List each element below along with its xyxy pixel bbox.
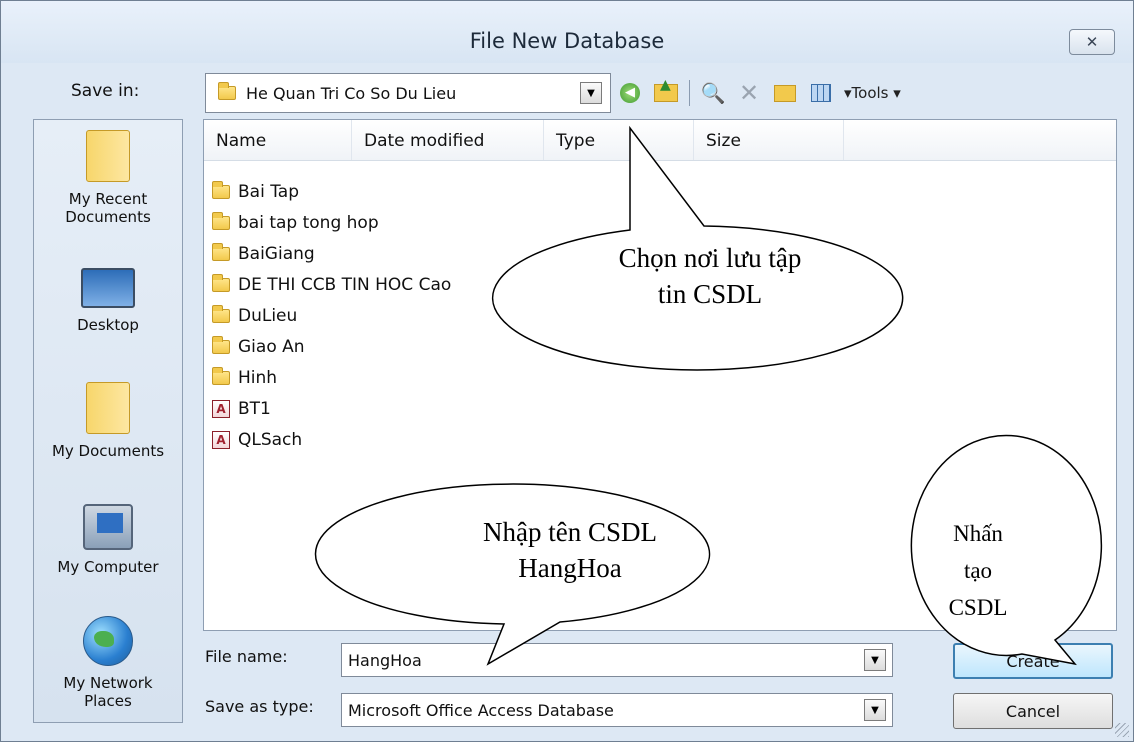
callout-filename-text: Nhập tên CSDL HangHoa bbox=[483, 517, 657, 584]
views-button[interactable] bbox=[808, 80, 834, 106]
item-name: Hinh bbox=[238, 367, 278, 388]
file-name-label: File name: bbox=[205, 647, 288, 666]
delete-button[interactable]: ✕ bbox=[736, 79, 762, 107]
folder-icon bbox=[218, 82, 236, 100]
network-globe-icon bbox=[83, 616, 133, 666]
place-label: My Documents bbox=[51, 442, 165, 460]
item-name: DuLieu bbox=[238, 305, 298, 326]
callout-location-text: Chọn nơi lưu tập tin CSDL bbox=[618, 243, 802, 310]
place-my-recent-documents[interactable]: My Recent Documents bbox=[34, 130, 182, 226]
place-my-computer[interactable]: My Computer bbox=[34, 504, 182, 576]
toolbar-separator bbox=[689, 80, 690, 106]
save-as-type-value: Microsoft Office Access Database bbox=[348, 701, 614, 720]
dialog-title: File New Database bbox=[469, 29, 665, 53]
delete-x-icon: ✕ bbox=[738, 79, 760, 107]
file-new-database-dialog: File New Database ✕ Save in: He Quan Tri… bbox=[0, 0, 1134, 742]
folder-icon bbox=[212, 242, 230, 261]
documents-folder-icon bbox=[86, 382, 130, 434]
list-item[interactable]: A BT1 bbox=[212, 393, 451, 424]
folder-icon bbox=[212, 180, 230, 199]
back-arrow-icon: ◀ bbox=[620, 83, 640, 103]
folder-icon bbox=[212, 304, 230, 323]
views-grid-icon bbox=[811, 84, 831, 102]
up-one-level-icon: ▲ bbox=[654, 77, 678, 102]
title-bar: File New Database ✕ bbox=[1, 1, 1133, 63]
search-icon: 🔍 bbox=[700, 81, 726, 105]
list-item[interactable]: bai tap tong hop bbox=[212, 207, 451, 238]
cancel-button[interactable]: Cancel bbox=[953, 693, 1113, 729]
item-name: BaiGiang bbox=[238, 243, 315, 264]
access-database-icon: A bbox=[212, 399, 230, 418]
places-bar: My Recent Documents Desktop My Documents… bbox=[33, 119, 183, 723]
chevron-down-icon[interactable]: ▼ bbox=[580, 82, 602, 104]
place-label: My Recent Documents bbox=[65, 190, 151, 226]
new-folder-button[interactable] bbox=[772, 80, 798, 106]
place-label: My Computer bbox=[57, 558, 159, 576]
column-header-date-modified[interactable]: Date modified bbox=[352, 120, 544, 160]
item-name: Giao An bbox=[238, 336, 305, 357]
save-in-label: Save in: bbox=[71, 81, 140, 101]
callout-create-text: Nhấn tạo CSDL bbox=[948, 521, 1008, 620]
column-headers: Name Date modified Type Size bbox=[204, 120, 1116, 161]
close-icon: ✕ bbox=[1085, 33, 1099, 51]
place-desktop[interactable]: Desktop bbox=[34, 268, 182, 334]
column-header-type[interactable]: Type bbox=[544, 120, 694, 160]
file-name-field[interactable]: ▼ bbox=[341, 643, 893, 677]
file-rows: Bai Tap bai tap tong hop BaiGiang DE THI… bbox=[212, 176, 451, 455]
folder-icon bbox=[212, 335, 230, 354]
save-in-value: He Quan Tri Co So Du Lieu bbox=[246, 83, 457, 103]
new-folder-icon bbox=[774, 84, 796, 102]
chevron-down-icon[interactable]: ▼ bbox=[864, 699, 886, 721]
search-web-button[interactable]: 🔍 bbox=[700, 80, 726, 106]
close-button[interactable]: ✕ bbox=[1069, 29, 1115, 55]
save-in-dropdown[interactable]: He Quan Tri Co So Du Lieu ▼ bbox=[205, 73, 611, 113]
create-button[interactable]: Create bbox=[953, 643, 1113, 679]
access-database-icon: A bbox=[212, 430, 230, 449]
item-name: BT1 bbox=[238, 398, 271, 419]
chevron-down-icon[interactable]: ▼ bbox=[864, 649, 886, 671]
save-as-type-label: Save as type: bbox=[205, 697, 314, 716]
list-item[interactable]: DuLieu bbox=[212, 300, 451, 331]
toolbar: ◀ ▲ 🔍 ✕ ▾Tools ▾ bbox=[617, 75, 901, 111]
item-name: QLSach bbox=[238, 429, 303, 450]
list-item[interactable]: A QLSach bbox=[212, 424, 451, 455]
item-name: DE THI CCB TIN HOC Cao bbox=[238, 274, 452, 295]
folder-icon bbox=[212, 366, 230, 385]
place-label: My Network Places bbox=[63, 674, 153, 710]
list-item[interactable]: Bai Tap bbox=[212, 176, 451, 207]
computer-icon bbox=[83, 504, 133, 550]
place-my-network-places[interactable]: My Network Places bbox=[34, 616, 182, 710]
up-folder-button[interactable]: ▲ bbox=[653, 77, 679, 106]
desktop-icon bbox=[81, 268, 135, 308]
item-name: Bai Tap bbox=[238, 181, 299, 202]
back-button[interactable]: ◀ bbox=[617, 80, 643, 106]
folder-icon bbox=[212, 211, 230, 230]
item-name: bai tap tong hop bbox=[238, 212, 379, 233]
recent-documents-folder-icon bbox=[86, 130, 130, 182]
column-header-size[interactable]: Size bbox=[694, 120, 844, 160]
list-item[interactable]: Hinh bbox=[212, 362, 451, 393]
list-item[interactable]: BaiGiang bbox=[212, 238, 451, 269]
column-header-name[interactable]: Name bbox=[204, 120, 352, 160]
place-my-documents[interactable]: My Documents bbox=[34, 382, 182, 460]
file-name-input[interactable] bbox=[348, 645, 858, 675]
place-label: Desktop bbox=[77, 316, 139, 334]
resize-grip-icon[interactable] bbox=[1115, 723, 1129, 737]
list-item[interactable]: DE THI CCB TIN HOC Cao bbox=[212, 269, 451, 300]
folder-icon bbox=[212, 273, 230, 292]
list-item[interactable]: Giao An bbox=[212, 331, 451, 362]
tools-menu[interactable]: ▾Tools ▾ bbox=[844, 84, 901, 102]
save-as-type-dropdown[interactable]: Microsoft Office Access Database ▼ bbox=[341, 693, 893, 727]
